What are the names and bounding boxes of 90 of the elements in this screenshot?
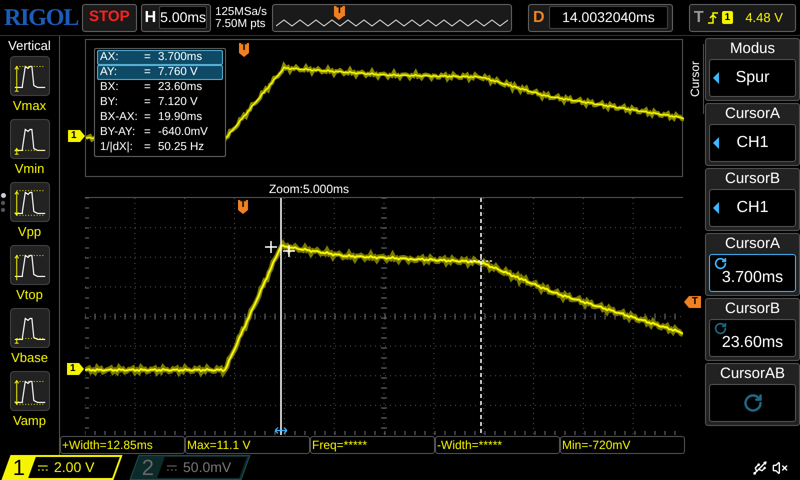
measure-label: Vamp — [13, 412, 46, 430]
readout-equals: = — [144, 111, 152, 124]
usb-icon — [752, 460, 768, 476]
softkey-title: CursorA — [724, 234, 780, 254]
sidebar-title: Vertical — [8, 38, 51, 54]
menu-tab[interactable]: Cursor — [686, 44, 704, 114]
readout-value: 23.60ms — [158, 81, 202, 94]
readout-value: 7.120 V — [158, 96, 198, 109]
softkey[interactable]: CursorAB — [705, 363, 800, 426]
crosshair-icon — [283, 245, 295, 257]
knob-icon — [742, 393, 762, 413]
speaker-muted-icon — [772, 460, 788, 476]
delay-value: 14.0032040ms — [548, 6, 668, 29]
readout-label: AX: — [100, 51, 120, 64]
measurement-readout: Min=-720mV — [560, 436, 685, 454]
readout-equals: = — [144, 66, 152, 79]
readout-value: -640.0mV — [158, 126, 208, 139]
brand-logo: RIGOL — [4, 4, 78, 32]
measure-button[interactable] — [10, 308, 50, 348]
channel-number: 2 — [140, 456, 156, 478]
measure-label: Vbase — [11, 349, 48, 367]
channel-scale: 50.0mV — [183, 458, 232, 477]
sample-rate: 125MSa/s — [215, 6, 268, 18]
softkey-title: Modus — [730, 39, 776, 59]
measure-label: Vmin — [14, 160, 44, 178]
measure-button[interactable] — [10, 56, 50, 96]
readout-label: BY-AY: — [100, 126, 136, 139]
dc-coupling-icon — [167, 464, 177, 470]
knob-icon — [714, 322, 727, 335]
readout-equals: = — [144, 51, 152, 64]
caret-icon — [713, 137, 719, 149]
softkey-value: CH1 — [736, 198, 768, 218]
trigger-source-badge: 1 — [722, 11, 734, 24]
readout-label: BX: — [100, 81, 120, 94]
readout-value: 3.700ms — [158, 51, 202, 64]
softkey[interactable]: Modus Spur — [705, 38, 800, 101]
measure-label: Vtop — [16, 286, 43, 304]
channel-scale-tab[interactable]: 2 50.0mV — [129, 455, 251, 480]
softkey-value: 3.700ms — [722, 268, 784, 288]
measurement-readout: Max=11.1 V — [185, 436, 310, 454]
dc-coupling-icon — [38, 464, 48, 470]
softkey-title: CursorA — [724, 104, 780, 124]
caret-icon — [713, 202, 719, 214]
delay-label: D — [533, 8, 545, 28]
channel-scale: 2.00 V — [54, 458, 94, 477]
softkey-title: CursorAB — [720, 364, 786, 384]
softkey-value: Spur — [736, 68, 770, 88]
crosshair-icon — [265, 241, 277, 253]
softkey-title: CursorB — [724, 299, 780, 319]
readout-label: 1/|dX|: — [100, 141, 134, 154]
readout-value: 19.90ms — [158, 111, 202, 124]
softkey[interactable]: CursorA CH1 — [705, 103, 800, 166]
channel-scale-tab[interactable]: 1 2.00 V — [1, 455, 123, 480]
readout-equals: = — [144, 96, 152, 109]
rising-edge-icon — [708, 10, 718, 24]
trigger-level: 4.48 V — [744, 8, 784, 27]
softkey-value: CH1 — [736, 133, 768, 153]
readout-equals: = — [144, 126, 152, 139]
readout-value: 7.760 V — [158, 66, 198, 79]
run-state-indicator: STOP — [82, 4, 137, 32]
double-arrow-icon — [275, 427, 287, 434]
measure-button[interactable] — [10, 245, 50, 285]
softkey[interactable]: CursorB CH1 — [705, 168, 800, 231]
zoom-window-title: Zoom:5.000ms — [268, 181, 350, 197]
channel-number: 1 — [12, 456, 26, 478]
measurement-readout: Freq=***** — [310, 436, 435, 454]
measure-button[interactable] — [10, 371, 50, 411]
crosshair-icon — [470, 254, 492, 268]
measure-button[interactable] — [10, 182, 50, 222]
measure-button[interactable] — [10, 119, 50, 159]
trigger-label: T — [694, 8, 704, 28]
measure-label: Vmax — [12, 97, 46, 115]
horizontal-label: H — [144, 8, 156, 28]
readout-label: BX-AX: — [100, 111, 139, 124]
softkey-value: 23.60ms — [722, 333, 784, 353]
measurement-readout: +Width=12.85ms — [60, 436, 185, 454]
softkey-title: CursorB — [724, 169, 780, 189]
readout-label: BY: — [100, 96, 119, 109]
softkey[interactable]: CursorB 23.60ms — [705, 298, 800, 361]
readout-value: 50.25 Hz — [158, 141, 204, 154]
knob-icon — [714, 257, 727, 270]
measure-label: Vpp — [18, 223, 42, 241]
readout-label: AY: — [100, 66, 118, 79]
memory-depth: 7.50M pts — [215, 18, 267, 30]
caret-icon — [713, 72, 719, 84]
readout-equals: = — [144, 141, 152, 154]
softkey[interactable]: CursorA 3.700ms — [705, 233, 800, 296]
measurement-readout: -Width=***** — [435, 436, 560, 454]
timebase-value: 5.00ms — [159, 6, 208, 29]
readout-equals: = — [144, 81, 152, 94]
